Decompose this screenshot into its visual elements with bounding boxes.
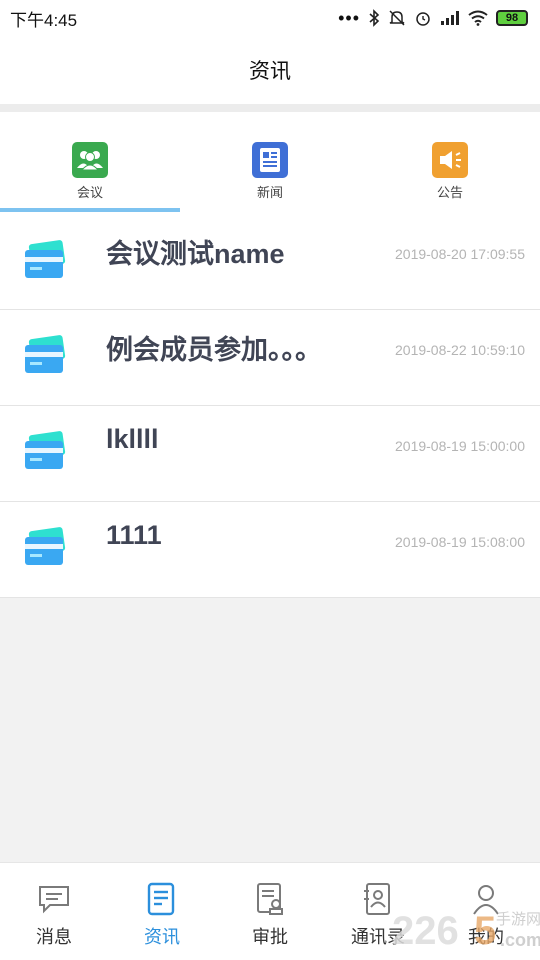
tab-news[interactable]: 新闻: [180, 142, 360, 202]
card-icon: [25, 431, 66, 469]
status-bar: 下午4:45 ••• 98: [0, 0, 540, 36]
profile-icon: [468, 881, 504, 917]
list-item[interactable]: 例会成员参加。。。 2019-08-22 10:59:10: [0, 310, 540, 406]
nav-messages-label: 消息: [36, 927, 72, 947]
card-icon: [25, 335, 66, 373]
news-doc-icon: [144, 881, 180, 917]
message-icon: [36, 881, 72, 917]
contacts-icon: [360, 881, 396, 917]
mute-icon: [389, 10, 405, 26]
battery-indicator: 98: [496, 10, 528, 26]
list-item-title: 会议测试name: [106, 239, 285, 269]
bottom-nav: 消息 资讯 审批 通讯录 我的: [0, 862, 540, 960]
list-item-time: 2019-08-22 10:59:10: [395, 342, 525, 358]
nav-contacts-label: 通讯录: [351, 927, 405, 947]
list-item-title: lkllll: [106, 424, 159, 454]
more-dots-icon: •••: [338, 7, 360, 28]
header-divider: [0, 104, 540, 112]
nav-news[interactable]: 资讯: [108, 881, 216, 951]
page-title: 资讯: [249, 60, 291, 83]
list-item[interactable]: lkllll 2019-08-19 15:00:00: [0, 406, 540, 502]
tab-news-label: 新闻: [256, 185, 283, 200]
news-icon: [252, 142, 288, 178]
list-item-time: 2019-08-20 17:09:55: [395, 246, 525, 262]
news-list: 会议测试name 2019-08-20 17:09:55 例会成员参加。。。 2…: [0, 214, 540, 598]
bluetooth-icon: [369, 9, 380, 27]
list-item-title: 例会成员参加。。。: [106, 335, 322, 365]
tab-announcement-label: 公告: [436, 185, 463, 200]
alarm-icon: [416, 12, 430, 26]
nav-messages[interactable]: 消息: [0, 881, 108, 951]
list-item-title: 1111: [106, 520, 162, 550]
tab-announcement[interactable]: 公告: [360, 142, 540, 202]
active-tab-indicator: [0, 208, 180, 212]
wifi-icon: [468, 10, 488, 26]
category-tabs: 会议 新闻 公告: [0, 112, 540, 214]
list-item[interactable]: 会议测试name 2019-08-20 17:09:55: [0, 214, 540, 310]
nav-approval-label: 审批: [252, 927, 288, 947]
signal-icon: [441, 11, 459, 25]
nav-profile[interactable]: 我的: [432, 881, 540, 951]
approval-icon: [252, 881, 288, 917]
tab-meeting-label: 会议: [76, 185, 103, 200]
nav-news-label: 资讯: [144, 927, 180, 947]
page-header: 资讯: [0, 36, 540, 104]
meeting-icon: [72, 142, 108, 178]
announcement-icon: [432, 142, 468, 178]
status-icons: ••• 98: [338, 8, 528, 29]
nav-contacts[interactable]: 通讯录: [324, 881, 432, 951]
list-item-time: 2019-08-19 15:08:00: [395, 534, 525, 550]
card-icon: [25, 240, 66, 278]
list-item[interactable]: 1111 2019-08-19 15:08:00: [0, 502, 540, 598]
tab-meeting[interactable]: 会议: [0, 142, 180, 202]
list-item-time: 2019-08-19 15:00:00: [395, 438, 525, 454]
nav-approval[interactable]: 审批: [216, 881, 324, 951]
card-icon: [25, 527, 66, 565]
status-time: 下午4:45: [10, 10, 78, 30]
nav-profile-label: 我的: [468, 927, 504, 947]
